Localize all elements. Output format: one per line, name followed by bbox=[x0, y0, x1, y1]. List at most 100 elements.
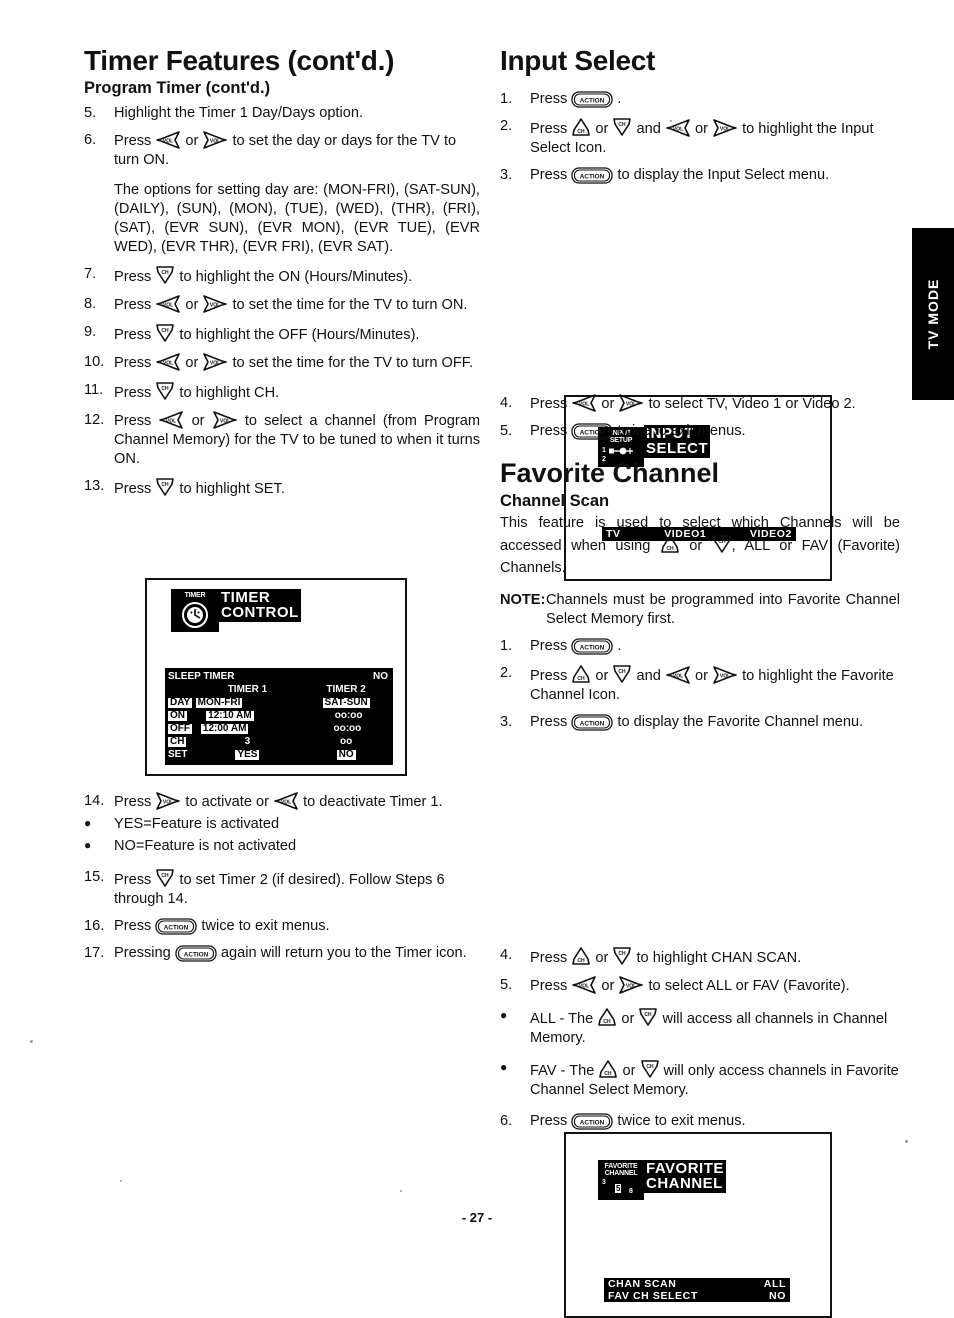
action-button-icon[interactable]: ACTION bbox=[571, 1113, 614, 1130]
timer2-day-value: SAT-SUN bbox=[322, 696, 370, 708]
action-button-icon[interactable]: ACTION bbox=[571, 167, 614, 184]
input-step-2: 2. Press CH or CH and VOL or VOL to high… bbox=[500, 117, 900, 158]
table-row-headers: TIMER 1 TIMER 2 bbox=[165, 683, 393, 696]
step-7: 7. Press CH to highlight the ON (Hours/M… bbox=[84, 265, 480, 287]
step-text: Press bbox=[530, 396, 572, 412]
step-text: Press bbox=[530, 977, 572, 994]
chan-scan-menu-row[interactable]: CHAN SCAN ALL bbox=[604, 1278, 790, 1290]
favorite-channel-osd-title: FAVORITE CHANNEL bbox=[644, 1160, 726, 1193]
vol-right-key-icon: VOL bbox=[212, 411, 238, 429]
step-number: 13. bbox=[84, 477, 105, 494]
fav-ch-select-value[interactable]: NO bbox=[769, 1290, 786, 1302]
svg-text:CH: CH bbox=[162, 328, 170, 334]
svg-text:ACTION: ACTION bbox=[580, 98, 605, 105]
left-column: Timer Features (cont'd.) Program Timer (… bbox=[84, 45, 480, 499]
step-text: . bbox=[613, 91, 622, 108]
action-button-icon[interactable]: ACTION bbox=[571, 638, 614, 655]
timer2-off-value: oo:oo bbox=[333, 722, 362, 734]
action-button-icon[interactable]: ACTION bbox=[571, 91, 614, 108]
step-text: Press bbox=[530, 714, 572, 731]
row-label: OFF bbox=[168, 722, 192, 734]
svg-text:VOL: VOL bbox=[163, 360, 173, 366]
timer-settings-table: SLEEP TIMER NO TIMER 1 TIMER 2 DAY MON-F… bbox=[165, 668, 393, 765]
step-6: 6. Press VOL or VOL to set the day or da… bbox=[84, 131, 480, 170]
timer-icon-caption: TIMER bbox=[184, 592, 206, 599]
column-header-timer1: TIMER 1 bbox=[227, 683, 268, 695]
step-number: 4. bbox=[500, 395, 513, 411]
side-tab-tv-mode: TV MODE bbox=[912, 228, 954, 400]
fav-ch-select-menu-row[interactable]: FAV CH SELECT NO bbox=[604, 1290, 790, 1302]
svg-text:VOL: VOL bbox=[579, 983, 589, 989]
svg-text:VOL: VOL bbox=[673, 674, 683, 680]
chan-scan-label: CHAN SCAN bbox=[608, 1278, 677, 1290]
step-number: 2. bbox=[500, 665, 513, 682]
bullet-text: YES=Feature is activated bbox=[114, 815, 280, 832]
step-text: or bbox=[591, 950, 613, 966]
step-text: or bbox=[181, 296, 203, 313]
favorite-channel-icon-caption: FAVORITE CHANNEL bbox=[604, 1163, 638, 1178]
channel-scan-intro: This feature is used to select which Cha… bbox=[500, 513, 900, 581]
step-number: 10. bbox=[84, 353, 105, 370]
bullet-dot: ● bbox=[84, 837, 92, 852]
table-row-day: DAY MON-FRI SAT-SUN bbox=[165, 696, 393, 709]
step-text: to highlight the ON (Hours/Minutes). bbox=[175, 268, 413, 285]
svg-text:CH: CH bbox=[162, 386, 170, 392]
step-text: to activate or bbox=[181, 794, 274, 810]
step-text: to display the Input Select menu. bbox=[613, 167, 830, 184]
step-number: 14. bbox=[84, 793, 105, 809]
step-text: and bbox=[632, 668, 665, 685]
step-text: Press bbox=[530, 121, 572, 138]
svg-text:ACTION: ACTION bbox=[580, 174, 605, 181]
action-button-icon[interactable]: ACTION bbox=[571, 714, 614, 731]
step-text: or bbox=[591, 668, 613, 685]
svg-text:VOL: VOL bbox=[720, 127, 730, 133]
step-text: Press bbox=[530, 422, 572, 439]
step-number: 7. bbox=[84, 265, 97, 282]
step-text: or bbox=[591, 121, 613, 138]
svg-text:ACTION: ACTION bbox=[580, 721, 605, 728]
svg-text:VOL: VOL bbox=[166, 418, 176, 424]
ch-down-key-icon: CH bbox=[155, 265, 175, 285]
step-number: 5. bbox=[84, 105, 97, 122]
bullet-all: ● ALL - The CH or CH will access all cha… bbox=[500, 1007, 900, 1048]
ch-down-key-icon: CH bbox=[712, 534, 732, 554]
step-text: to set the time for the TV to turn ON. bbox=[228, 296, 468, 313]
action-button-icon[interactable]: ACTION bbox=[571, 423, 614, 440]
action-button-icon[interactable]: ACTION bbox=[155, 918, 198, 935]
svg-text:CH: CH bbox=[162, 873, 170, 879]
scan-speck bbox=[670, 120, 672, 122]
step-number: 5. bbox=[500, 976, 513, 993]
page-title-input-select: Input Select bbox=[500, 45, 656, 76]
timer1-set-value: YES bbox=[235, 748, 260, 760]
vol-left-key-icon: VOL bbox=[158, 411, 184, 429]
scan-speck bbox=[905, 1140, 908, 1143]
vol-left-key-icon: VOL bbox=[665, 666, 691, 684]
timer1-on-value: 12:10 AM bbox=[206, 709, 254, 721]
note-block: NOTE: Channels must be programmed into F… bbox=[500, 591, 900, 629]
vol-left-key-icon: VOL bbox=[155, 295, 181, 313]
action-button-icon[interactable]: ACTION bbox=[175, 945, 217, 962]
step-9: 9. Press CH to highlight the OFF (Hours/… bbox=[84, 323, 480, 345]
ch-down-key-icon: CH bbox=[612, 117, 632, 137]
step-text: to highlight SET. bbox=[175, 480, 285, 497]
svg-text:VOL: VOL bbox=[220, 418, 230, 424]
chan-scan-value[interactable]: ALL bbox=[764, 1278, 786, 1290]
table-row-off: OFF 12:00 AM oo:oo bbox=[165, 722, 393, 735]
ch-down-key-icon: CH bbox=[640, 1059, 660, 1079]
step-5: 5. Highlight the Timer 1 Day/Days option… bbox=[84, 104, 480, 123]
bullet-yes: ● YES=Feature is activated bbox=[84, 815, 480, 834]
input-step-1: 1. Press ACTION . bbox=[500, 90, 900, 109]
vol-right-key-icon: VOL bbox=[618, 394, 644, 412]
step-number: 16. bbox=[84, 917, 105, 934]
svg-text:CH: CH bbox=[619, 122, 627, 128]
fav-step-3: 3. Press ACTION to display the Favorite … bbox=[500, 713, 900, 732]
step-number: 17. bbox=[84, 944, 105, 961]
table-row-on: ON 12:10 AM oo:oo bbox=[165, 709, 393, 722]
step-text: Press bbox=[114, 354, 156, 371]
step-text: or bbox=[690, 121, 713, 138]
page-title-favorite-channel: Favorite Channel bbox=[500, 457, 720, 488]
svg-text:VOL: VOL bbox=[163, 800, 173, 806]
step-text: or bbox=[181, 354, 203, 371]
day-options-paragraph: The options for setting day are: (MON-FR… bbox=[114, 182, 480, 256]
step-text: to highlight CH. bbox=[175, 384, 280, 401]
